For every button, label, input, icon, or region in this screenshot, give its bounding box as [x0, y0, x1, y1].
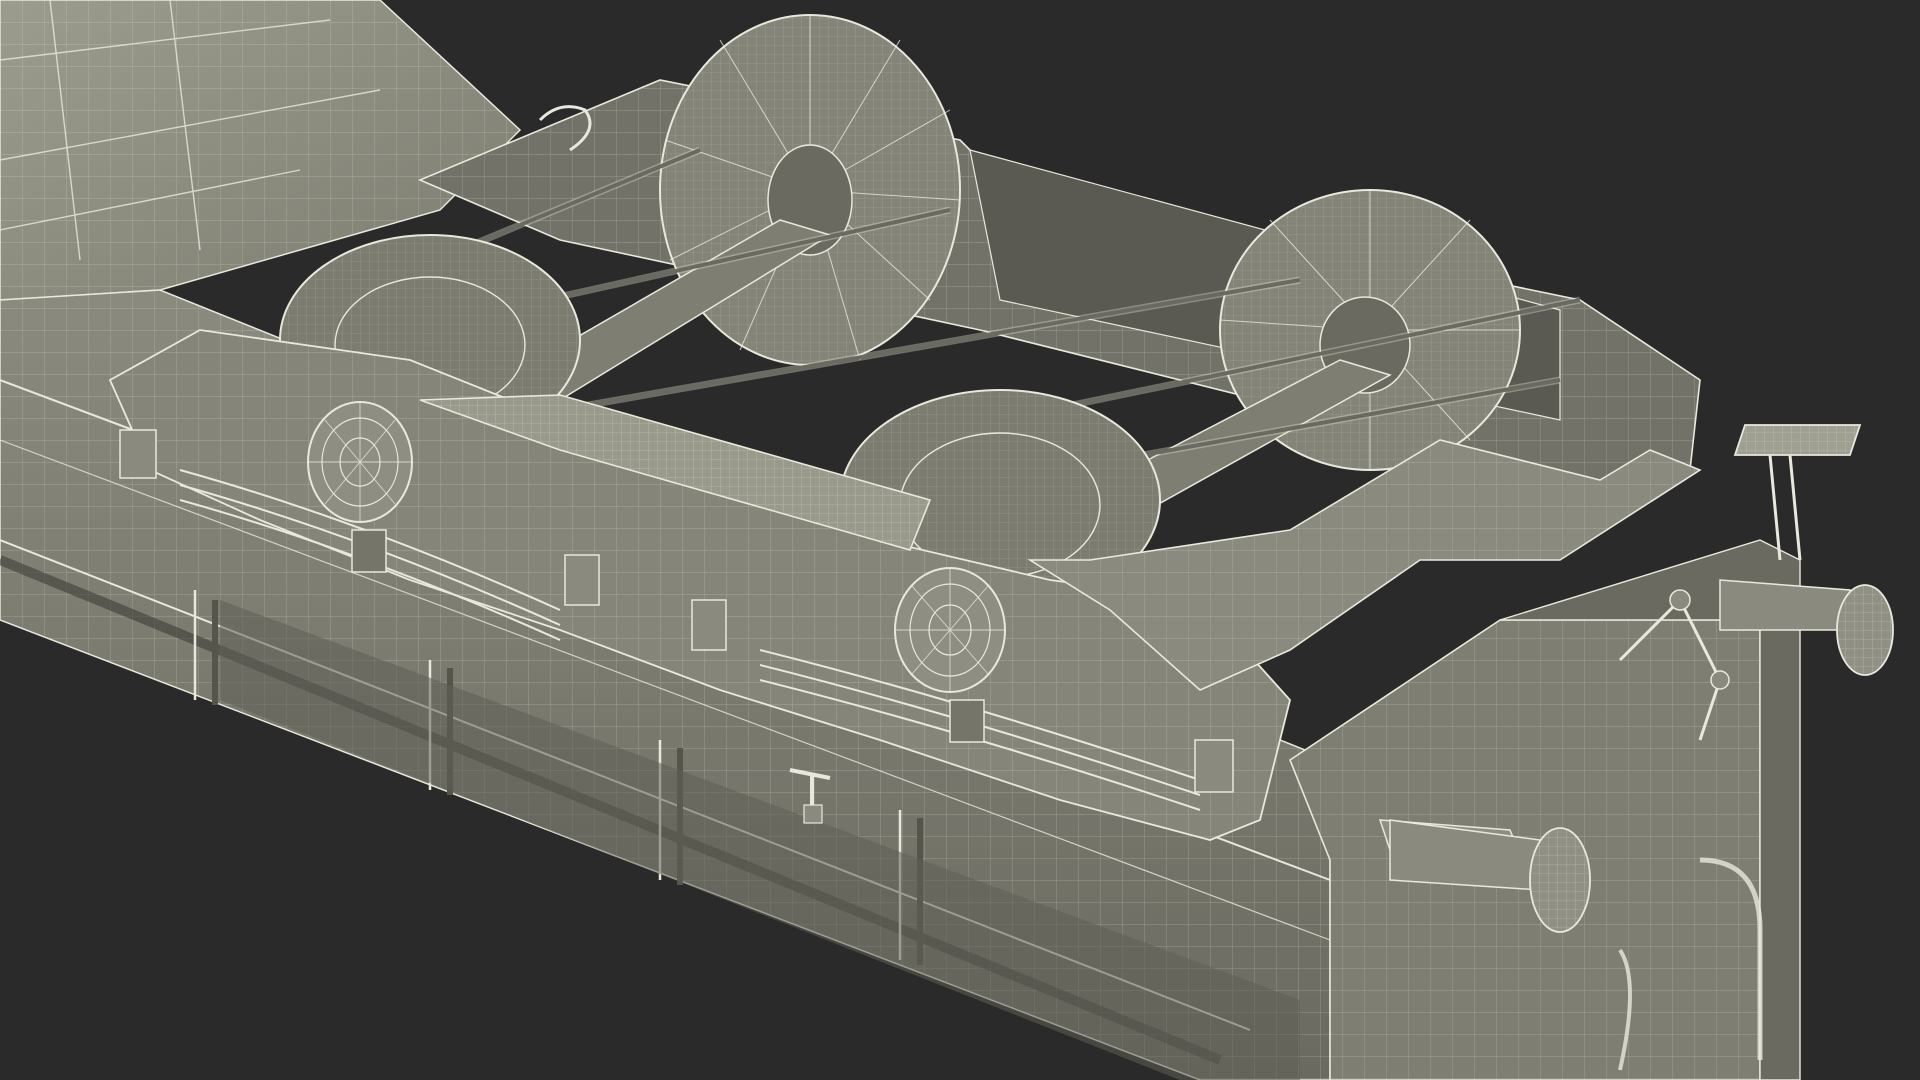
wheel-rear-left	[659, 14, 961, 366]
axle-box-left	[307, 401, 413, 523]
render-viewport	[0, 0, 1920, 1080]
wireframe-render	[0, 0, 1920, 1080]
axle-box-right	[894, 567, 1006, 693]
